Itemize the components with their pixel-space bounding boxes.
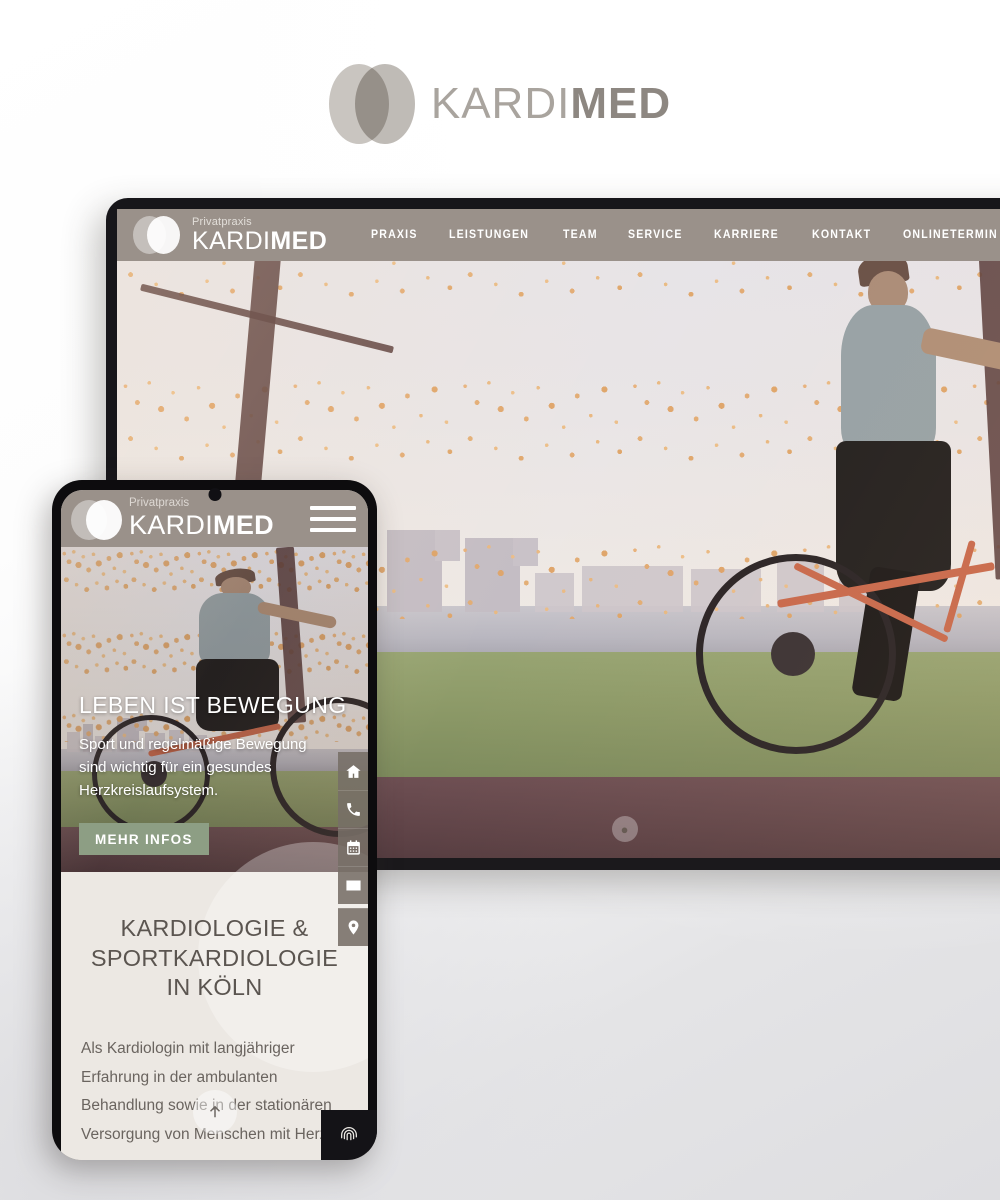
brand-logo: KARDIMED: [0, 62, 1000, 146]
brand-wordmark-light: KARDI: [430, 79, 571, 128]
rail-email-button[interactable]: [338, 866, 368, 904]
nav-item-onlinetermin[interactable]: ONLINETERMIN: [903, 229, 998, 241]
hero-scroll-indicator[interactable]: ●: [611, 816, 638, 842]
phone-camera-dot: [208, 488, 221, 501]
overlapping-circles-logo-icon: [328, 62, 415, 146]
hero-subtext: Sport und regelmäßige Bewegung sind wich…: [79, 736, 307, 799]
rail-calendar-button[interactable]: [338, 828, 368, 866]
home-icon: [345, 764, 361, 778]
phone-logo[interactable]: Privatpraxis KARDIMED: [129, 498, 274, 539]
desktop-logo[interactable]: Privatpraxis KARDIMED: [133, 211, 327, 259]
nav-item-service[interactable]: SERVICE: [628, 229, 683, 241]
nav-item-kontakt[interactable]: KONTAKT: [812, 229, 871, 241]
overlapping-circles-logo-icon: [71, 493, 123, 545]
quick-action-rail: [338, 752, 368, 946]
nav-item-team[interactable]: TEAM: [563, 229, 598, 241]
logo-bold-part: MED: [213, 509, 274, 540]
logo-light-part: KARDI: [129, 509, 214, 540]
phone-hero-text: LEBEN IST BEWEGUNG Sport und regelmäßige…: [79, 692, 347, 855]
nav-item-leistungen[interactable]: LEISTUNGEN: [449, 229, 529, 241]
desktop-header: Privatpraxis KARDIMED PRAXIS LEISTUNGEN …: [117, 209, 1000, 261]
phone-icon: [346, 803, 360, 816]
logo-superline: Privatpraxis: [129, 497, 190, 510]
logo-light-part: KARDI: [192, 226, 271, 255]
phone-hero: LEBEN IST BEWEGUNG Sport und regelmäßige…: [61, 547, 368, 872]
rail-location-button[interactable]: [338, 908, 368, 946]
mehr-infos-button[interactable]: MEHR INFOS: [79, 822, 209, 855]
envelope-icon: [345, 880, 361, 891]
desktop-navigation: PRAXIS LEISTUNGEN TEAM SERVICE KARRIERE …: [371, 229, 1000, 241]
nav-item-karriere[interactable]: KARRIERE: [714, 229, 779, 241]
brand-wordmark: KARDIMED: [431, 82, 671, 126]
phone-mockup: Privatpraxis KARDIMED LEBEN IST BEWEGUNG…: [52, 480, 377, 1160]
rail-home-button[interactable]: [338, 752, 368, 790]
map-pin-icon: [348, 920, 358, 935]
hamburger-menu-icon[interactable]: [310, 505, 356, 532]
logo-bold-part: MED: [270, 226, 328, 255]
rail-phone-button[interactable]: [338, 790, 368, 828]
nav-item-praxis[interactable]: PRAXIS: [371, 229, 418, 241]
brand-wordmark-bold: MED: [570, 79, 672, 128]
overlapping-circles-logo-icon: [133, 211, 181, 259]
phone-screen: Privatpraxis KARDIMED LEBEN IST BEWEGUNG…: [61, 490, 368, 1160]
fingerprint-icon: [341, 1127, 357, 1141]
content-heading: KARDIOLOGIE & SPORTKARDIOLOGIE IN KÖLN: [90, 915, 339, 1001]
scroll-to-top-button[interactable]: [192, 1090, 237, 1134]
calendar-icon: [346, 840, 360, 855]
hero-headline: LEBEN IST BEWEGUNG: [79, 692, 347, 718]
touch-indicator: [321, 1110, 377, 1160]
arrow-up-icon: [209, 1105, 220, 1118]
